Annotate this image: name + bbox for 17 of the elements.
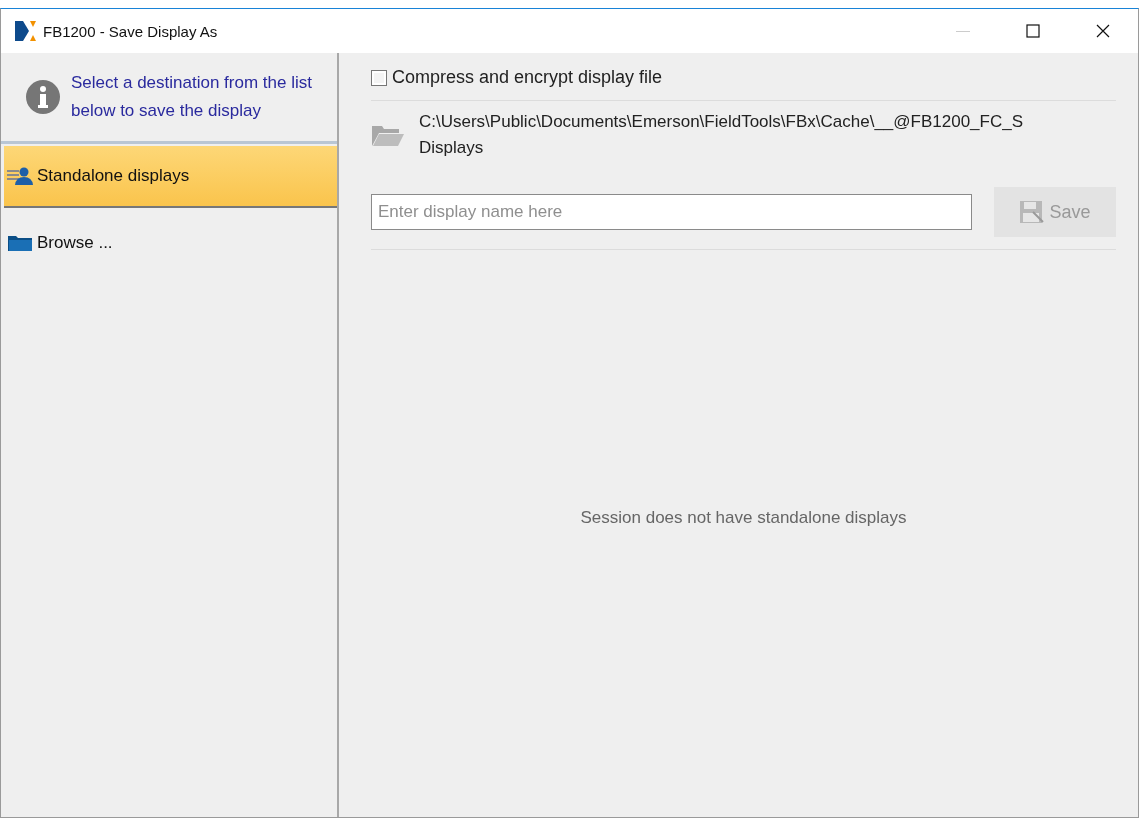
hint-text: Select a destination from the list below to save the display <box>71 72 313 122</box>
close-icon <box>1096 24 1110 38</box>
compress-checkbox[interactable]: Compress and encrypt display file <box>371 67 1116 88</box>
sidebar-item[interactable]: Standalone displays <box>4 146 337 208</box>
folder-icon <box>7 234 33 252</box>
minimize-icon <box>956 30 970 32</box>
window-title: FB1200 - Save Display As <box>43 22 218 40</box>
info-icon <box>25 79 61 115</box>
folder-open-icon <box>371 123 405 147</box>
folder-path-text: Displays <box>419 137 485 159</box>
display-name-field[interactable]: Enter display name here <box>371 194 972 230</box>
user-list-icon <box>7 166 33 186</box>
folder-path-text: C:\Users\Public\Documents\Emerson\FieldTools\FBx\Cache\__@FB1200_FC_S <box>419 111 1023 133</box>
maximize-icon <box>1026 24 1040 38</box>
sidebar-item[interactable]: Browse ... <box>4 212 337 274</box>
empty-message: Session does not have standalone displays <box>580 507 907 528</box>
app-logo-icon <box>13 19 37 43</box>
